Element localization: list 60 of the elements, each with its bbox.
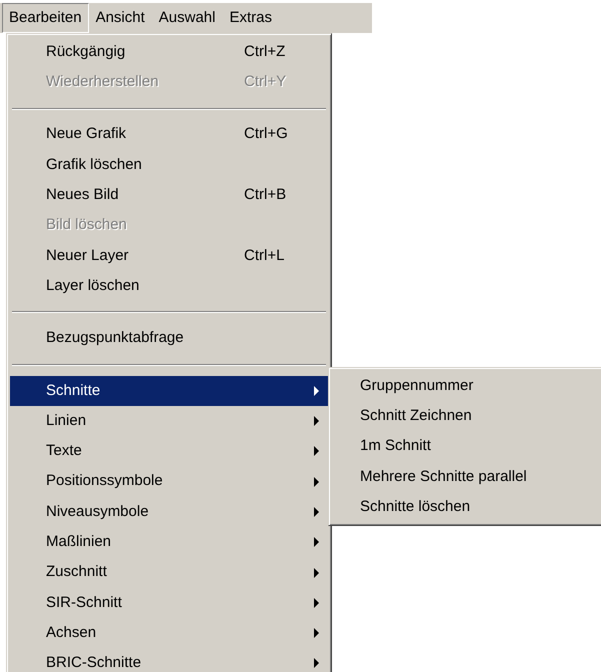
menu-item-label: Bild löschen xyxy=(46,215,128,236)
menu-item-label: Bezugspunktabfrage xyxy=(46,328,185,348)
menu-item-label: Neues Bild xyxy=(46,185,120,206)
menu-item[interactable]: Linien xyxy=(10,406,328,436)
menu-item[interactable]: Zuschnitt xyxy=(10,557,328,588)
menu-item[interactable]: Neuer Layer Ctrl+L xyxy=(10,240,328,272)
menubar-item[interactable]: Extras xyxy=(222,3,279,33)
menubar-item[interactable]: Bearbeiten xyxy=(2,3,89,33)
menu-item[interactable]: Neue Grafik Ctrl+G xyxy=(10,120,328,150)
menu-item-label: Zuschnitt xyxy=(46,562,108,582)
menu-item[interactable]: Neues Bild Ctrl+B xyxy=(10,180,328,210)
submenu-arrow-icon xyxy=(313,506,320,518)
menubar-item[interactable]: Auswahl xyxy=(152,3,222,33)
submenu-arrow-icon xyxy=(313,566,320,579)
menu-item-label: Maßlinien xyxy=(46,532,112,552)
menu-item[interactable]: Achsen xyxy=(10,618,328,648)
menu-item-label: Neue Grafik xyxy=(46,124,128,144)
shortcut-label: Ctrl+Y xyxy=(244,72,288,92)
submenu-arrow-icon xyxy=(313,536,320,548)
menu-item-label: Texte xyxy=(46,441,83,462)
menu-item-label: Schnitte xyxy=(46,380,102,401)
menu-item-label: BRIC-Schnitte xyxy=(46,653,142,672)
menu-item-label: Linien xyxy=(46,410,88,431)
menu-item-label: Positionssymbole xyxy=(46,471,164,492)
menu-item-label: Layer löschen xyxy=(46,276,140,296)
submenu-arrow-icon xyxy=(313,445,320,458)
menu-item-label: Grafik löschen xyxy=(46,154,143,175)
submenu-arrow-icon xyxy=(313,596,320,609)
menu-item-label: SIR-Schnitt xyxy=(46,592,123,613)
submenu-arrow-icon xyxy=(313,476,320,488)
menu-item[interactable]: Maßlinien xyxy=(10,527,328,558)
menu-item-label: Achsen xyxy=(46,622,98,643)
submenu-item[interactable]: Schnitt Zeichnen xyxy=(332,401,601,432)
submenu-arrow-icon xyxy=(313,415,320,428)
submenu-item[interactable]: Mehrere Schnitte parallel xyxy=(332,462,601,492)
submenu-item[interactable]: Gruppennummer xyxy=(332,371,601,402)
menu-item[interactable]: Layer löschen xyxy=(10,271,328,302)
shortcut-label: Ctrl+B xyxy=(244,185,288,206)
menu-item[interactable]: BRIC-Schnitte xyxy=(10,648,328,672)
menu-item-label: Niveausymbole xyxy=(46,502,150,522)
menu-item-label: Wiederherstellen xyxy=(46,72,160,92)
menu-item[interactable]: SIR-Schnitt xyxy=(10,588,328,618)
shortcut-label: Ctrl+G xyxy=(244,124,289,144)
menu-item[interactable]: Niveausymbole xyxy=(10,496,328,528)
submenu-arrow-icon xyxy=(313,657,320,670)
menubar-item[interactable]: Ansicht xyxy=(88,3,152,33)
menu-item[interactable]: Texte xyxy=(10,436,328,467)
shortcut-label: Ctrl+L xyxy=(244,246,286,266)
menu-item[interactable]: Bezugspunktabfrage xyxy=(10,323,328,354)
submenu-item[interactable]: 1m Schnitt xyxy=(332,432,601,462)
menu-item[interactable]: Grafik löschen xyxy=(10,150,328,180)
shortcut-label: Ctrl+Z xyxy=(244,42,286,62)
submenu-item[interactable]: Schnitte löschen xyxy=(332,492,601,522)
submenu-arrow-icon xyxy=(313,384,320,397)
menu-item-label: Rückgängig xyxy=(46,42,126,62)
menu-item[interactable]: Rückgängig Ctrl+Z xyxy=(10,37,328,68)
menu-item-label: Neuer Layer xyxy=(46,246,130,266)
menu-item[interactable]: Schnitte xyxy=(10,376,328,406)
submenu-arrow-icon xyxy=(313,627,320,640)
menu-item[interactable]: Positionssymbole xyxy=(10,466,328,497)
